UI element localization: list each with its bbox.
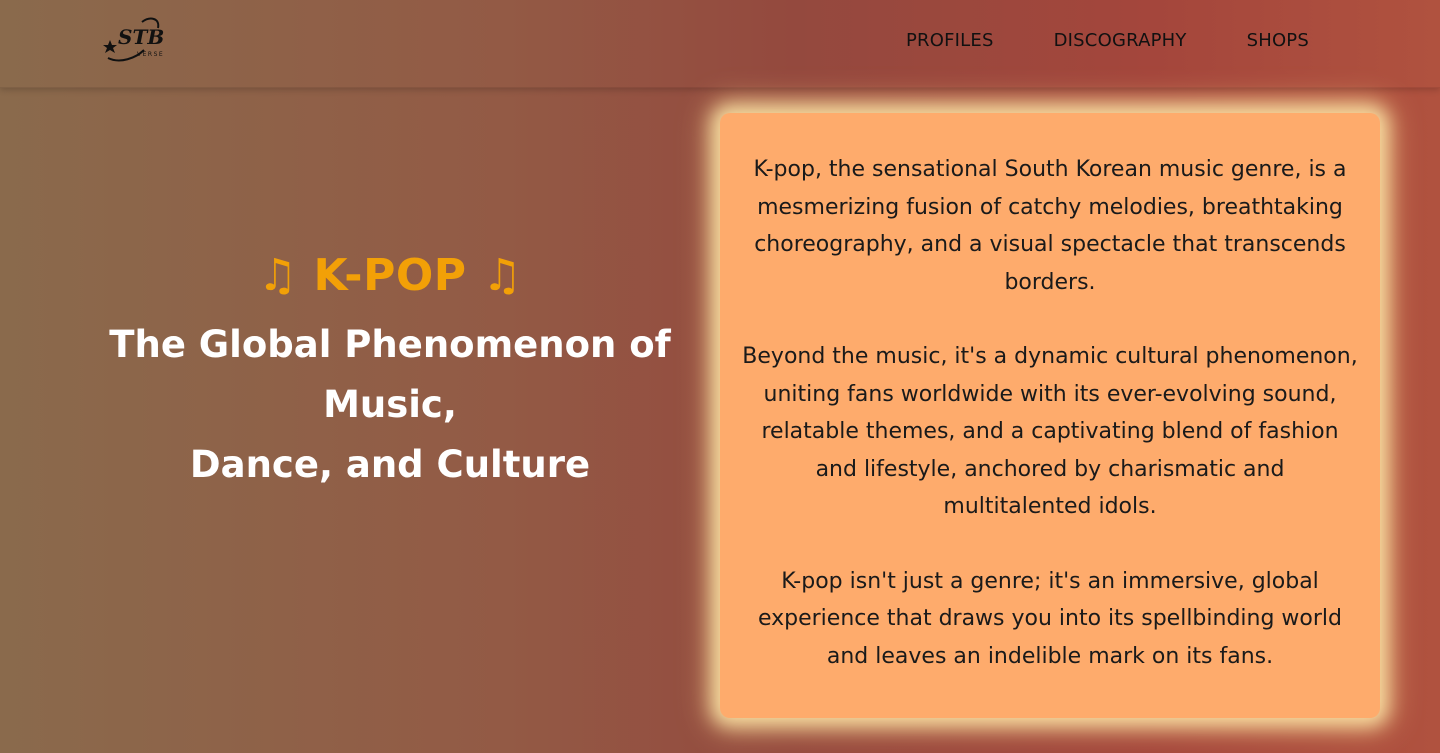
- hero-section: ♫ K-POP ♫ The Global Phenomenon of Music…: [90, 250, 690, 495]
- nav-links: PROFILES DISCOGRAPHY SHOPS: [906, 30, 1309, 51]
- subtitle-line: Dance, and Culture: [189, 443, 591, 486]
- logo-text: STB: [118, 25, 164, 49]
- site-logo[interactable]: STB VERSE: [100, 14, 184, 66]
- stb-logo-icon: STB VERSE: [103, 17, 164, 62]
- card-paragraph: K-pop isn't just a genre; it's an immers…: [757, 568, 1343, 669]
- subtitle-line: The Global Phenomenon of: [109, 323, 671, 366]
- card-paragraph: K-pop, the sensational South Korean musi…: [753, 157, 1347, 295]
- navbar: STB VERSE PROFILES DISCOGRAPHY SHOPS: [0, 0, 1440, 88]
- hero-title: ♫ K-POP ♫: [90, 250, 690, 301]
- subtitle-line: Music,: [323, 383, 457, 426]
- card-paragraph: Beyond the music, it's a dynamic cultura…: [742, 344, 1358, 519]
- nav-shops-link[interactable]: SHOPS: [1247, 30, 1309, 51]
- hero-title-text: K-POP: [313, 250, 467, 301]
- nav-discography-link[interactable]: DISCOGRAPHY: [1054, 30, 1187, 51]
- hero-subtitle: The Global Phenomenon of Music, Dance, a…: [90, 315, 690, 495]
- logo-subtext: VERSE: [137, 51, 164, 58]
- music-note-icon: ♫: [482, 250, 523, 301]
- music-note-icon: ♫: [257, 250, 298, 301]
- nav-profiles-link[interactable]: PROFILES: [906, 30, 994, 51]
- description-card: K-pop, the sensational South Korean musi…: [720, 113, 1380, 718]
